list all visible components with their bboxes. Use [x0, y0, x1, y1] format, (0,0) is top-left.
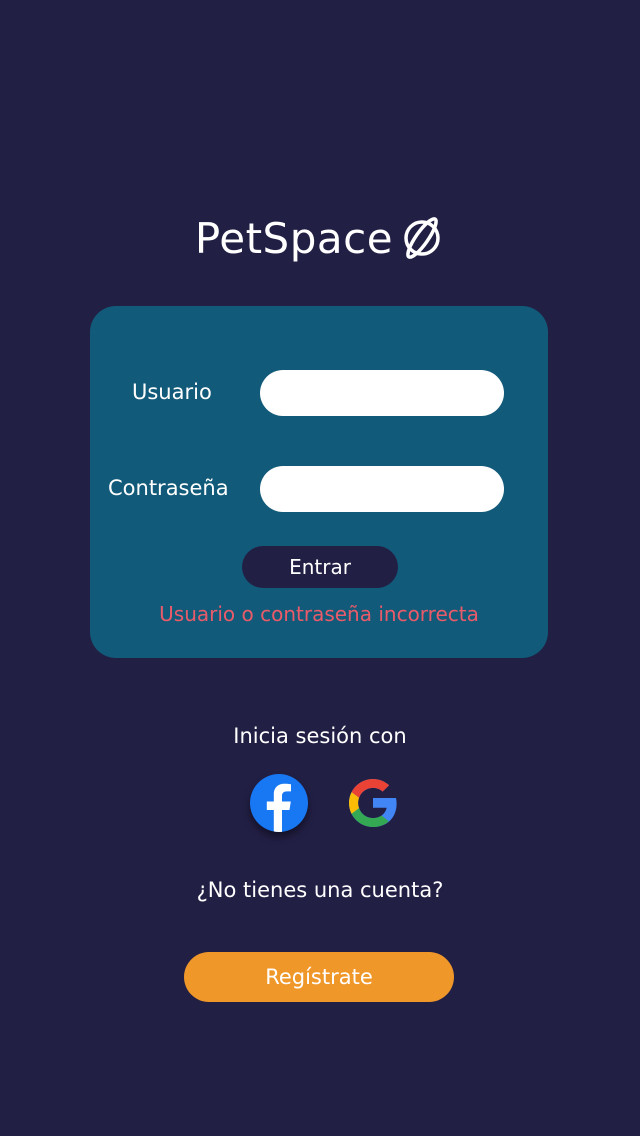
- username-input[interactable]: [260, 370, 504, 416]
- google-icon: [349, 779, 397, 827]
- app-name: PetSpace: [194, 213, 394, 263]
- login-button[interactable]: Entrar: [242, 546, 398, 588]
- password-input[interactable]: [260, 466, 504, 512]
- error-message: Usuario o contraseña incorrecta: [159, 602, 479, 626]
- app-logo: PetSpace: [0, 206, 640, 270]
- no-account-prompt: ¿No tienes una cuenta?: [196, 878, 444, 902]
- password-label: Contraseña: [108, 476, 229, 500]
- username-label: Usuario: [132, 380, 212, 404]
- google-login-button[interactable]: [344, 774, 402, 832]
- facebook-icon: [266, 783, 291, 832]
- register-button[interactable]: Regístrate: [184, 952, 454, 1002]
- planet-icon: [399, 215, 445, 261]
- social-login-title: Inicia sesión con: [233, 724, 407, 748]
- login-card: Usuario Contraseña Entrar Usuario o cont…: [90, 306, 548, 658]
- facebook-login-button[interactable]: [250, 774, 308, 832]
